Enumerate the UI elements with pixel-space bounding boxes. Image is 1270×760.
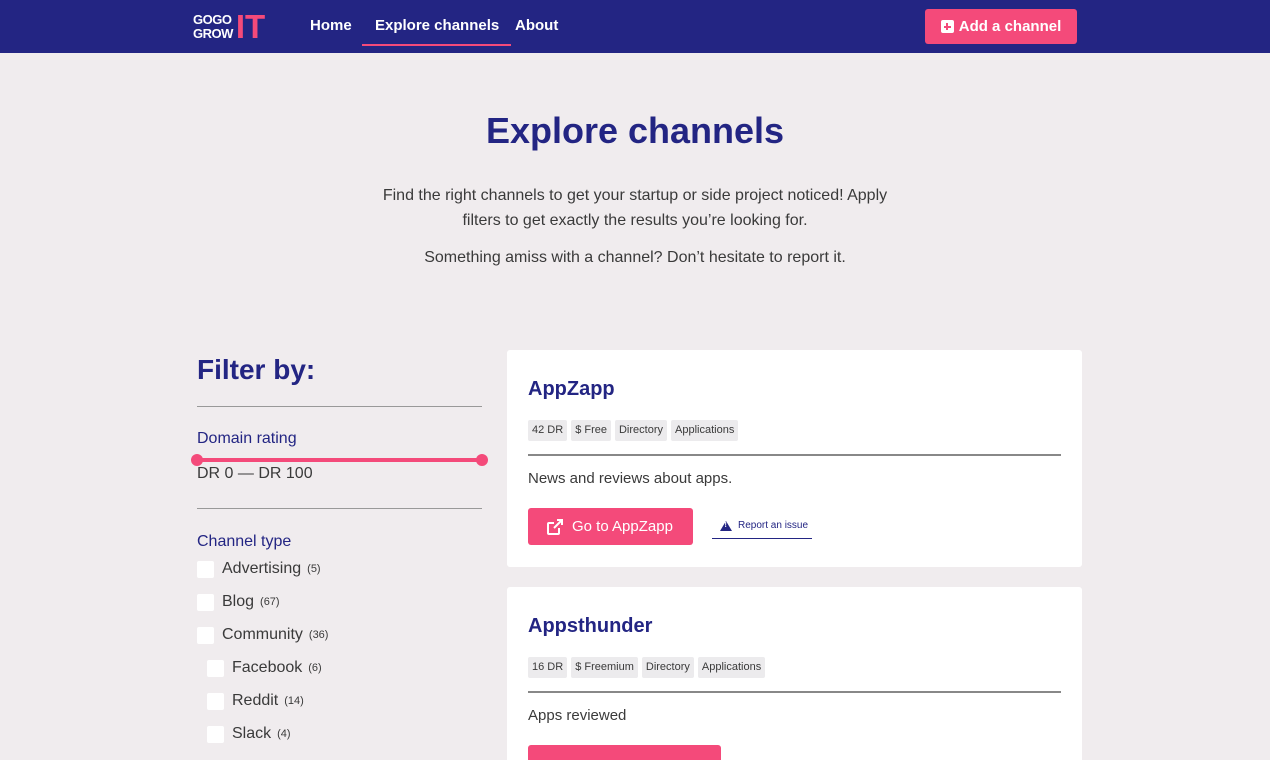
- checkbox[interactable]: [197, 560, 214, 578]
- logo-it: IT: [235, 8, 266, 45]
- filter-community[interactable]: Community (36): [197, 624, 328, 646]
- channel-type-label: Channel type: [197, 533, 292, 550]
- filter-reddit[interactable]: Reddit (14): [207, 690, 304, 712]
- filter-slack[interactable]: Slack (4): [207, 723, 291, 745]
- report-issue-link[interactable]: Report an issue: [712, 513, 813, 539]
- divider: [197, 406, 482, 407]
- hero-intro-line-1: Find the right channels to get your star…: [382, 187, 888, 204]
- divider: [528, 454, 1061, 456]
- domain-rating-value: DR 0 — DR 100: [197, 465, 313, 482]
- channel-card: Appsthunder 16 DR $ Freemium Directory A…: [507, 587, 1082, 760]
- tag-price: $ Free: [571, 420, 611, 441]
- filter-label: Slack: [232, 725, 272, 742]
- domain-rating-label: Domain rating: [197, 430, 297, 447]
- filter-count: (36): [308, 629, 329, 641]
- tag-price: $ Freemium: [571, 657, 638, 678]
- tag-category: Applications: [671, 420, 739, 441]
- plus-square-icon: [940, 20, 954, 33]
- filter-count: (4): [277, 728, 291, 740]
- filter-advertising[interactable]: Advertising (5): [197, 558, 321, 580]
- nav-link-explore-channels[interactable]: Explore channels: [361, 0, 512, 53]
- top-navbar: GOGO GROW IT Home Explore channels About…: [0, 0, 1270, 53]
- report-issue-label: Report an issue: [738, 520, 809, 531]
- logo-line-2: GROW: [193, 26, 233, 41]
- checkbox[interactable]: [197, 626, 214, 644]
- checkbox[interactable]: [207, 659, 224, 677]
- domain-rating-slider-track[interactable]: [197, 458, 482, 462]
- domain-rating-max-handle[interactable]: [476, 454, 488, 466]
- tag-category: Applications: [697, 657, 766, 678]
- filter-facebook[interactable]: Facebook (6): [207, 657, 322, 679]
- channel-description: News and reviews about apps.: [528, 470, 733, 487]
- tag-type: Directory: [641, 657, 694, 678]
- filter-label: Blog: [222, 593, 255, 610]
- nav-link-about[interactable]: About: [515, 0, 558, 53]
- go-to-channel-label: Go to AppZapp: [572, 518, 673, 535]
- filter-title: Filter by:: [197, 354, 316, 385]
- warning-icon: [720, 520, 732, 531]
- logo[interactable]: GOGO GROW IT: [193, 8, 266, 45]
- channel-card: AppZapp 42 DR $ Free Directory Applicati…: [507, 350, 1082, 567]
- hero-intro-line-2: filters to get exactly the results you’r…: [462, 212, 808, 229]
- channel-tags: 42 DR $ Free Directory Applications: [528, 420, 739, 441]
- external-link-icon: [547, 518, 563, 535]
- filter-blog[interactable]: Blog (67): [197, 591, 280, 613]
- hero-report-note: Something amiss with a channel? Don’t he…: [424, 249, 846, 266]
- channel-title[interactable]: Appsthunder: [528, 615, 652, 638]
- channel-tags: 16 DR $ Freemium Directory Applications: [528, 657, 766, 678]
- logo-line-1: GOGO: [193, 12, 232, 27]
- channel-description: Apps reviewed: [528, 707, 627, 724]
- filter-label: Reddit: [232, 692, 279, 709]
- checkbox[interactable]: [197, 593, 214, 611]
- tag-type: Directory: [614, 420, 667, 441]
- tag-dr: 42 DR: [528, 420, 568, 441]
- filter-label: Community: [222, 626, 303, 643]
- divider: [197, 508, 482, 509]
- filter-label: Facebook: [232, 659, 303, 676]
- go-to-channel-button[interactable]: Go to AppZapp: [528, 508, 693, 545]
- add-channel-label: Add a channel: [958, 18, 1062, 35]
- go-to-channel-button[interactable]: [528, 745, 721, 760]
- filter-count: (6): [308, 662, 322, 674]
- filter-count: (67): [260, 596, 280, 608]
- filter-count: (14): [284, 695, 304, 707]
- divider: [528, 691, 1061, 693]
- tag-dr: 16 DR: [528, 657, 568, 678]
- add-channel-button[interactable]: Add a channel: [925, 9, 1077, 44]
- nav-link-home[interactable]: Home: [310, 0, 352, 53]
- checkbox[interactable]: [207, 725, 224, 743]
- channel-title[interactable]: AppZapp: [528, 378, 615, 401]
- filter-count: (5): [307, 563, 321, 575]
- logo-text: GOGO GROW: [193, 13, 233, 41]
- checkbox[interactable]: [207, 692, 224, 710]
- filter-label: Advertising: [222, 560, 302, 577]
- page-title: Explore channels: [485, 110, 785, 151]
